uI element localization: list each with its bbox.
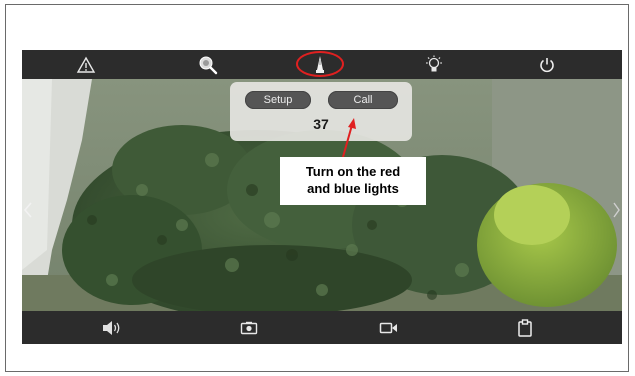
camera-icon (240, 321, 258, 334)
clipboard-button[interactable] (510, 316, 540, 340)
zoom-button[interactable] (193, 53, 223, 77)
video-icon (379, 322, 397, 333)
speaker-button[interactable] (97, 316, 127, 340)
warning-button[interactable] (71, 53, 101, 77)
clipboard-icon (518, 318, 532, 337)
warning-icon (76, 56, 96, 73)
light-bulb-icon (426, 55, 442, 71)
camera-view: Setup Call 37 Turn on the red and blue l… (22, 50, 622, 344)
counter-value: 37 (313, 116, 329, 132)
power-button[interactable] (532, 53, 562, 77)
bottom-toolbar (22, 311, 622, 344)
figure-frame: Setup Call 37 Turn on the red and blue l… (5, 4, 629, 372)
setup-button[interactable]: Setup (245, 91, 311, 109)
pan-left-icon[interactable] (22, 200, 34, 220)
highlight-circle (296, 51, 344, 77)
light-bulb-button[interactable] (419, 53, 449, 77)
light-popup: Setup Call 37 (230, 82, 412, 141)
annotation-line-1: Turn on the red (305, 164, 401, 179)
annotation-line-2: and blue lights (307, 181, 399, 196)
call-button[interactable]: Call (328, 91, 398, 109)
video-button[interactable] (374, 316, 404, 340)
power-icon (540, 57, 554, 72)
camera-button[interactable] (234, 316, 264, 340)
annotation-label: Turn on the red and blue lights (280, 157, 426, 205)
speaker-icon (103, 320, 120, 335)
pan-right-icon[interactable] (612, 200, 622, 220)
zoom-icon (199, 56, 218, 74)
